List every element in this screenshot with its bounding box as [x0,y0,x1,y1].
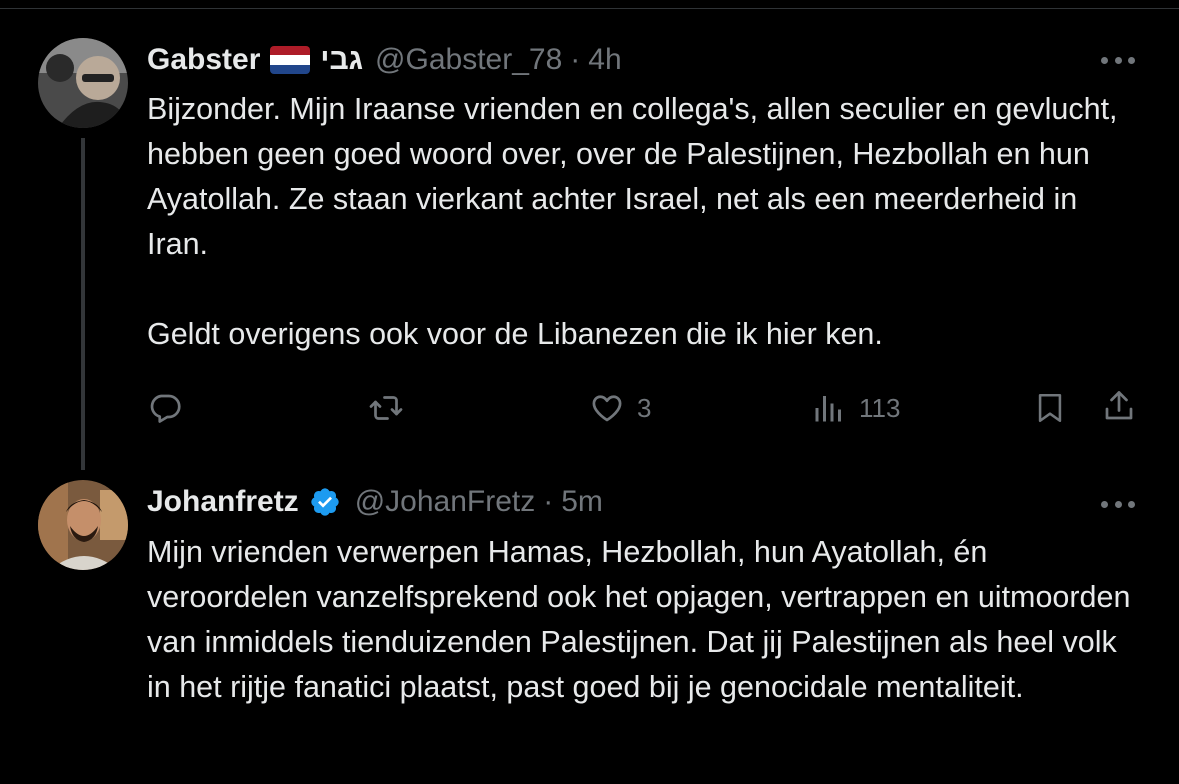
handle[interactable]: @JohanFretz [355,485,536,519]
views-icon [815,396,841,422]
like-button[interactable]: 3 [589,390,651,426]
tweet-text: Bijzonder. Mijn Iraanse vrienden en coll… [147,87,1137,357]
action-bar: 3 113 [147,386,1147,430]
reply-button[interactable] [147,390,183,426]
tweet-johanfretz[interactable]: Johanfretz @JohanFretz · 5m Mijn vriende… [0,470,1179,784]
bookmark-icon [1038,393,1062,423]
timestamp[interactable]: 5m [561,485,603,519]
tweet-paragraph: Mijn vrienden verwerpen Hamas, Hezbollah… [147,535,1131,704]
reply-icon [150,394,181,423]
more-icon[interactable] [1101,499,1135,509]
hebrew-name: גבי [320,43,364,76]
more-icon[interactable] [1101,55,1135,65]
view-count: 113 [859,392,901,423]
share-icon [1105,391,1133,420]
like-icon [592,395,622,422]
tweet-text: Mijn vrienden verwerpen Hamas, Hezbollah… [147,530,1137,710]
retweet-button[interactable] [367,390,405,426]
bookmark-button[interactable] [1033,390,1067,426]
share-button[interactable] [1101,388,1137,424]
display-name[interactable]: Gabster [147,43,260,77]
separator-dot: · [570,43,581,76]
tweet-header: Gabster גבי @Gabster_78 · 4h [147,40,622,80]
like-count: 3 [637,392,652,423]
views-button[interactable]: 113 [811,390,900,426]
tweet-gabster[interactable]: Gabster גבי @Gabster_78 · 4h Bijzonder. … [0,0,1179,470]
avatar-johanfretz[interactable] [38,480,128,570]
thread-line [81,138,85,470]
separator-dot: · [543,485,554,518]
timestamp[interactable]: 4h [588,43,621,77]
verified-badge-icon [311,488,339,516]
handle[interactable]: @Gabster_78 [375,43,562,77]
tweet-paragraph: Geldt overigens ook voor de Libanezen di… [147,317,883,351]
display-name[interactable]: Johanfretz [147,485,299,519]
netherlands-flag-icon [270,46,311,74]
retweet-icon [369,396,403,420]
tweet-paragraph: Bijzonder. Mijn Iraanse vrienden en coll… [147,92,1118,261]
avatar-gabster[interactable] [38,38,128,128]
tweet-header: Johanfretz @JohanFretz · 5m [147,482,603,522]
